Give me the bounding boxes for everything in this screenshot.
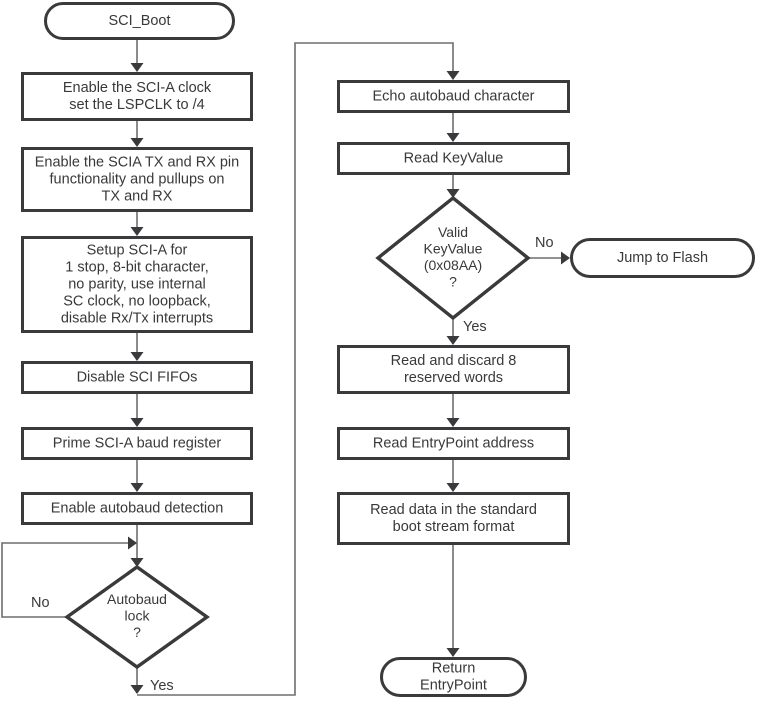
edge-e-clock-pins xyxy=(130,121,144,147)
node-label-line: Setup SCI-A for xyxy=(87,242,188,258)
node-label-line: Enable the SCIA TX and RX pin xyxy=(35,154,239,170)
edge-arrowhead xyxy=(446,336,460,345)
node-prime-baud[interactable]: Prime SCI-A baud register xyxy=(21,427,253,460)
edge-e-reserved-entry xyxy=(446,394,460,427)
node-label-line: no parity, use internal xyxy=(68,276,206,292)
node-jump-to-flash[interactable]: Jump to Flash xyxy=(570,238,755,278)
node-label-line: reserved words xyxy=(404,370,503,386)
edge-arrowhead xyxy=(446,133,460,142)
edge-arrowhead xyxy=(446,418,460,427)
flowchart-canvas: No Yes No Yes SCI_Boot Enable the SCI-A cloc… xyxy=(0,0,761,703)
node-label-line: Echo autobaud character xyxy=(372,88,534,104)
node-disable-fifos[interactable]: Disable SCI FIFOs xyxy=(21,361,253,394)
edge-arrowhead xyxy=(130,138,144,147)
node-label-line: functionality and pullups on xyxy=(50,171,225,187)
node-read-entrypoint[interactable]: Read EntryPoint address xyxy=(337,427,570,460)
edge-label-yes: Yes xyxy=(150,678,174,694)
node-label-line: Prime SCI-A baud register xyxy=(53,435,222,451)
node-label-line: SCI_Boot xyxy=(108,13,170,29)
node-label-line: Disable SCI FIFOs xyxy=(77,369,198,385)
edge-e-data-return xyxy=(446,545,460,657)
node-label-line: Read and discard 8 xyxy=(391,353,517,369)
node-label-line: Read KeyValue xyxy=(404,150,504,166)
edge-e-lock-yes: Yes xyxy=(130,667,174,694)
node-label-line: Enable autobaud detection xyxy=(51,500,224,516)
edge-e-echo-read xyxy=(446,113,460,142)
edge-e-valid-yes: Yes xyxy=(446,318,487,345)
node-return-entrypoint[interactable]: ReturnEntryPoint xyxy=(380,657,527,697)
node-label-line: ? xyxy=(449,273,457,289)
node-autobaud-lock[interactable]: Autobaudlock? xyxy=(64,564,210,670)
edge-arrowhead xyxy=(130,63,144,72)
edge-arrowhead xyxy=(130,483,144,492)
edge-arrowhead xyxy=(130,418,144,427)
edge-e-fifos-baud xyxy=(130,394,144,427)
edge-arrowhead xyxy=(130,227,144,236)
node-label-line: Read data in the standard xyxy=(370,502,537,518)
edge-arrowhead xyxy=(130,685,144,694)
edge-label-yes: Yes xyxy=(463,319,487,335)
edge-e-boot-clock xyxy=(130,40,144,72)
node-label-line: lock xyxy=(125,608,151,624)
flowchart-svg: No Yes No Yes SCI_Boot Enable the SCI-A cloc… xyxy=(1,2,755,697)
node-setup-scia[interactable]: Setup SCI-A for1 stop, 8-bit character,n… xyxy=(21,236,253,333)
edge-e-baud-autobaud xyxy=(130,460,144,492)
node-label-line: Return xyxy=(432,660,476,676)
node-label-line: TX and RX xyxy=(102,188,173,204)
edge-arrowhead xyxy=(446,71,460,80)
node-label-line: set the LSPCLK to /4 xyxy=(69,97,204,113)
nodes-layer: SCI_Boot Enable the SCI-A clockset the LS… xyxy=(21,2,755,697)
edge-arrowhead xyxy=(561,251,570,265)
edge-arrowhead xyxy=(446,648,460,657)
node-label-line: Enable the SCI-A clock xyxy=(63,80,212,96)
node-label-line: EntryPoint xyxy=(420,677,487,693)
node-label-line: 1 stop, 8-bit character, xyxy=(65,259,208,275)
node-label-line: Valid xyxy=(438,224,468,240)
node-label-line: Autobaud xyxy=(107,591,167,607)
node-read-reserved[interactable]: Read and discard 8reserved words xyxy=(337,345,570,394)
node-label-line: SC clock, no loopback, xyxy=(63,293,211,309)
node-label-line: disable Rx/Tx interrupts xyxy=(61,310,213,326)
edge-e-setup-fifos xyxy=(130,333,144,361)
edge-arrowhead xyxy=(446,483,460,492)
node-enable-clock[interactable]: Enable the SCI-A clockset the LSPCLK to … xyxy=(21,72,253,121)
node-label-line: Read EntryPoint address xyxy=(373,435,534,451)
edge-arrowhead xyxy=(130,352,144,361)
edge-e-valid-no: No xyxy=(528,235,570,265)
node-label-line: Jump to Flash xyxy=(617,250,708,266)
node-read-data[interactable]: Read data in the standardboot stream for… xyxy=(337,492,570,545)
node-valid-keyvalue[interactable]: ValidKeyValue(0x08AA)? xyxy=(375,195,531,321)
edge-e-read-valid xyxy=(446,175,460,198)
node-enable-pins[interactable]: Enable the SCIA TX and RX pinfunctionali… xyxy=(21,147,253,212)
node-echo-autobaud[interactable]: Echo autobaud character xyxy=(337,80,570,113)
node-label-line: (0x08AA) xyxy=(424,257,482,273)
edge-label-no: No xyxy=(535,235,554,251)
node-label-line: KeyValue xyxy=(424,240,483,256)
node-sci-boot[interactable]: SCI_Boot xyxy=(44,2,235,40)
edge-e-entry-data xyxy=(446,460,460,492)
edge-label-no: No xyxy=(31,595,50,611)
edge-arrowhead xyxy=(128,536,137,550)
node-read-keyvalue[interactable]: Read KeyValue xyxy=(337,142,570,175)
node-label-line: ? xyxy=(133,624,141,640)
node-label-line: boot stream format xyxy=(393,519,515,535)
edge-e-pins-setup xyxy=(130,212,144,236)
node-enable-autobaud[interactable]: Enable autobaud detection xyxy=(21,492,253,525)
